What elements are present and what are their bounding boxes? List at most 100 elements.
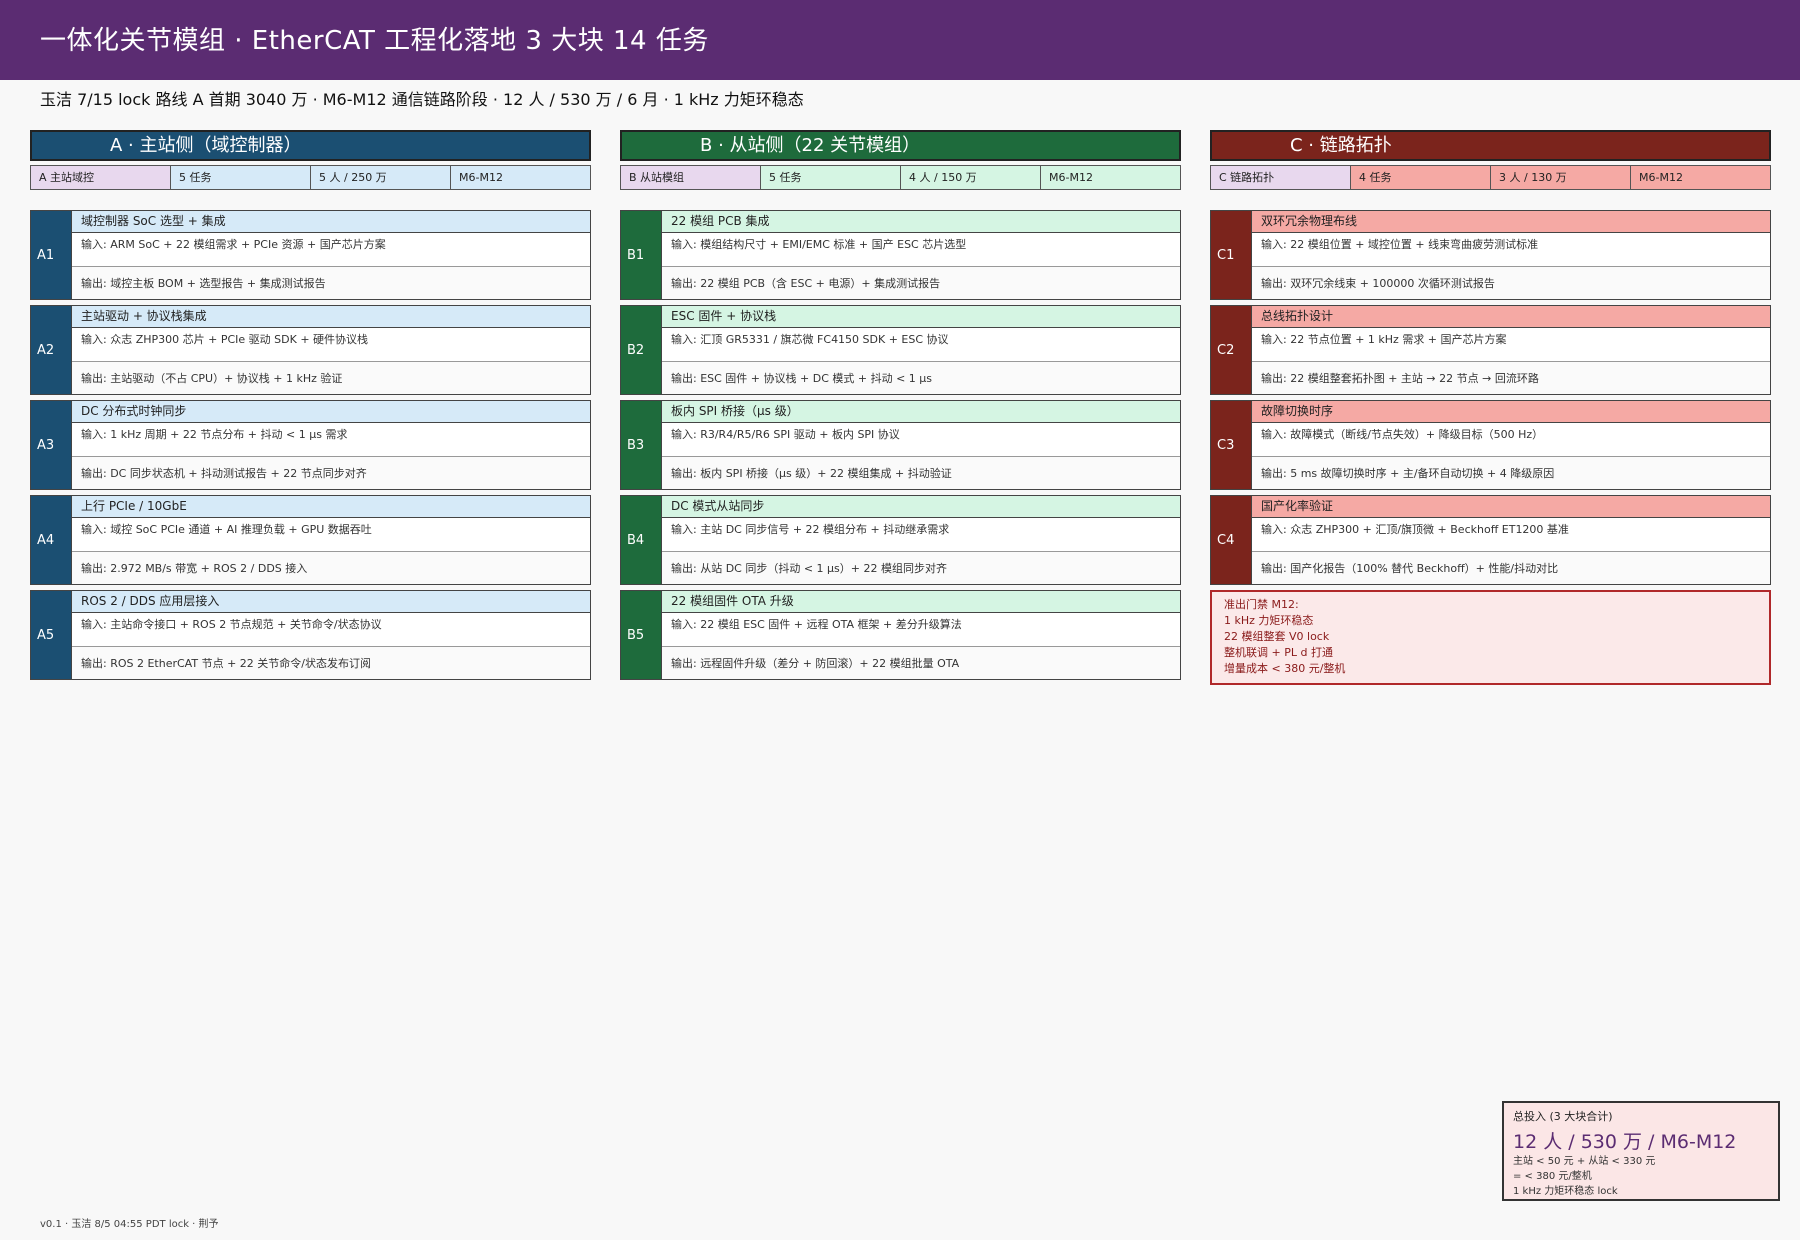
task-output: 输出: 域控主板 BOM + 选型报告 + 集成测试报告 [72,267,590,299]
task-body: 域控制器 SoC 选型 + 集成 输入: ARM SoC + 22 模组需求 + … [71,211,590,299]
summary-label: 总投入 (3 大块合计) [1513,1110,1613,1123]
column-meta-cell: B 从站模组 [621,166,761,189]
task-input: 输入: 主站 DC 同步信号 + 22 模组分布 + 抖动继承需求 [662,518,1180,552]
task-output: 输出: 从站 DC 同步（抖动 < 1 μs）+ 22 模组同步对齐 [662,552,1180,584]
task-title: DC 模式从站同步 [662,496,1180,518]
column-b: B · 从站侧（22 关节模组） B 从站模组 5 任务 4 人 / 150 万 M6-… [620,130,1181,685]
task-input: 输入: 22 节点位置 + 1 kHz 需求 + 国产芯片方案 [1252,328,1770,362]
summary-main: 12 人 / 530 万 / M6-M12 [1513,1131,1737,1153]
column-meta-bar: C 链路拓扑 4 任务 3 人 / 130 万 M6-M12 [1210,165,1771,190]
column-header: A · 主站侧（域控制器） [30,130,591,161]
task-input: 输入: 汇顶 GR5331 / 旗芯微 FC4150 SDK + ESC 协议 [662,328,1180,362]
task-title: 故障切换时序 [1252,401,1770,423]
task-body: ESC 固件 + 协议栈 输入: 汇顶 GR5331 / 旗芯微 FC4150 S… [661,306,1180,394]
column-meta-cell: C 链路拓扑 [1211,166,1351,189]
column-header: C · 链路拓扑 [1210,130,1771,161]
task-body: 板内 SPI 桥接（μs 级） 输入: R3/R4/R5/R6 SPI 驱动 + … [661,401,1180,489]
exit-gate-line: 整机联调 + PL d 打通 [1224,646,1333,659]
task-output: 输出: 22 模组 PCB（含 ESC + 电源）+ 集成测试报告 [662,267,1180,299]
task-card: B1 22 模组 PCB 集成 输入: 模组结构尺寸 + EMI/EMC 标准 + … [620,210,1181,300]
task-card: A1 域控制器 SoC 选型 + 集成 输入: ARM SoC + 22 模组需求 … [30,210,591,300]
task-body: 总线拓扑设计 输入: 22 节点位置 + 1 kHz 需求 + 国产芯片方案 输出:… [1251,306,1770,394]
task-output: 输出: 双环冗余线束 + 100000 次循环测试报告 [1252,267,1770,299]
footer-version: v0.1 · 玉洁 8/5 04:55 PDT lock · 荆予 [40,1219,219,1230]
task-card: A2 主站驱动 + 协议栈集成 输入: 众志 ZHP300 芯片 + PCIe 驱动… [30,305,591,395]
task-title: 总线拓扑设计 [1252,306,1770,328]
exit-gate-box: 准出门禁 M12: 1 kHz 力矩环稳态 22 模组整套 V0 lock 整机联调 … [1210,590,1771,685]
task-id: C2 [1211,306,1251,394]
column-c: C · 链路拓扑 C 链路拓扑 4 任务 3 人 / 130 万 M6-M12 C1 双环冗… [1210,130,1771,685]
task-id: B4 [621,496,661,584]
task-id: C1 [1211,211,1251,299]
task-card: A4 上行 PCIe / 10GbE 输入: 域控 SoC PCIe 通道 + AI… [30,495,591,585]
task-id: B5 [621,591,661,679]
task-body: 22 模组 PCB 集成 输入: 模组结构尺寸 + EMI/EMC 标准 + 国产… [661,211,1180,299]
task-body: 故障切换时序 输入: 故障模式（断线/节点失效）+ 降级目标（500 Hz） 输出:… [1251,401,1770,489]
task-input: 输入: 22 模组位置 + 域控位置 + 线束弯曲疲劳测试标准 [1252,233,1770,267]
task-list: C1 双环冗余物理布线 输入: 22 模组位置 + 域控位置 + 线束弯曲疲劳测试标… [1210,210,1771,685]
task-output: 输出: 5 ms 故障切换时序 + 主/备环自动切换 + 4 降级原因 [1252,457,1770,489]
exit-gate-title: 准出门禁 M12: [1224,598,1299,611]
task-card: C1 双环冗余物理布线 输入: 22 模组位置 + 域控位置 + 线束弯曲疲劳测试标… [1210,210,1771,300]
task-title: ESC 固件 + 协议栈 [662,306,1180,328]
task-body: 22 模组固件 OTA 升级 输入: 22 模组 ESC 固件 + 远程 OTA … [661,591,1180,679]
task-id: C4 [1211,496,1251,584]
task-id: A2 [31,306,71,394]
task-output: 输出: 2.972 MB/s 带宽 + ROS 2 / DDS 接入 [72,552,590,584]
task-id: A1 [31,211,71,299]
task-body: DC 分布式时钟同步 输入: 1 kHz 周期 + 22 节点分布 + 抖动 < … [71,401,590,489]
task-body: 双环冗余物理布线 输入: 22 模组位置 + 域控位置 + 线束弯曲疲劳测试标准输… [1251,211,1770,299]
column-meta-cell: A 主站域控 [31,166,171,189]
page-subtitle: 玉洁 7/15 lock 路线 A 首期 3040 万 · M6-M12 通信链… [40,90,804,109]
task-list: A1 域控制器 SoC 选型 + 集成 输入: ARM SoC + 22 模组需求 … [30,210,591,680]
summary-line: 1 kHz 力矩环稳态 lock [1513,1186,1618,1197]
task-input: 输入: 模组结构尺寸 + EMI/EMC 标准 + 国产 ESC 芯片选型 [662,233,1180,267]
task-body: 上行 PCIe / 10GbE 输入: 域控 SoC PCIe 通道 + AI 推… [71,496,590,584]
task-card: B4 DC 模式从站同步 输入: 主站 DC 同步信号 + 22 模组分布 + 抖动… [620,495,1181,585]
column-meta-cell: 3 人 / 130 万 [1491,166,1631,189]
column-meta-cell: M6-M12 [1041,166,1180,189]
column-meta-cell: 5 任务 [171,166,311,189]
task-card: A3 DC 分布式时钟同步 输入: 1 kHz 周期 + 22 节点分布 + 抖动 … [30,400,591,490]
task-output: 输出: ROS 2 EtherCAT 节点 + 22 关节命令/状态发布订阅 [72,647,590,679]
task-title: 国产化率验证 [1252,496,1770,518]
task-body: 主站驱动 + 协议栈集成 输入: 众志 ZHP300 芯片 + PCIe 驱动 S… [71,306,590,394]
task-title: ROS 2 / DDS 应用层接入 [72,591,590,613]
exit-gate-line: 1 kHz 力矩环稳态 [1224,614,1314,627]
task-card: A5 ROS 2 / DDS 应用层接入 输入: 主站命令接口 + ROS 2 节点… [30,590,591,680]
task-id: A4 [31,496,71,584]
task-body: ROS 2 / DDS 应用层接入 输入: 主站命令接口 + ROS 2 节点规范… [71,591,590,679]
task-body: DC 模式从站同步 输入: 主站 DC 同步信号 + 22 模组分布 + 抖动继承… [661,496,1180,584]
column-a: A · 主站侧（域控制器） A 主站域控 5 任务 5 人 / 250 万 M6-M12… [30,130,591,685]
task-id: B3 [621,401,661,489]
task-output: 输出: DC 同步状态机 + 抖动测试报告 + 22 节点同步对齐 [72,457,590,489]
column-meta-cell: M6-M12 [1631,166,1770,189]
task-card: B3 板内 SPI 桥接（μs 级） 输入: R3/R4/R5/R6 SPI 驱动 … [620,400,1181,490]
column-meta-cell: M6-M12 [451,166,590,189]
task-title: 主站驱动 + 协议栈集成 [72,306,590,328]
summary-box: 总投入 (3 大块合计) 12 人 / 530 万 / M6-M12 主站 < … [1502,1101,1780,1201]
task-input: 输入: 域控 SoC PCIe 通道 + AI 推理负载 + GPU 数据吞吐 [72,518,590,552]
task-id: B1 [621,211,661,299]
task-output: 输出: 22 模组整套拓扑图 + 主站 → 22 节点 → 回流环路 [1252,362,1770,394]
task-card: B5 22 模组固件 OTA 升级 输入: 22 模组 ESC 固件 + 远程 OT… [620,590,1181,680]
task-title: 双环冗余物理布线 [1252,211,1770,233]
task-input: 输入: 众志 ZHP300 芯片 + PCIe 驱动 SDK + 硬件协议栈 [72,328,590,362]
task-id: B2 [621,306,661,394]
task-title: 域控制器 SoC 选型 + 集成 [72,211,590,233]
task-input: 输入: 22 模组 ESC 固件 + 远程 OTA 框架 + 差分升级算法 [662,613,1180,647]
task-input: 输入: 1 kHz 周期 + 22 节点分布 + 抖动 < 1 μs 需求 [72,423,590,457]
task-input: 输入: 故障模式（断线/节点失效）+ 降级目标（500 Hz） [1252,423,1770,457]
column-meta-cell: 5 人 / 250 万 [311,166,451,189]
task-body: 国产化率验证 输入: 众志 ZHP300 + 汇顶/旗顶微 + Beckhoff … [1251,496,1770,584]
task-title: 22 模组固件 OTA 升级 [662,591,1180,613]
column-meta-bar: A 主站域控 5 任务 5 人 / 250 万 M6-M12 [30,165,591,190]
task-card: C4 国产化率验证 输入: 众志 ZHP300 + 汇顶/旗顶微 + Beckhof… [1210,495,1771,585]
task-input: 输入: R3/R4/R5/R6 SPI 驱动 + 板内 SPI 协议 [662,423,1180,457]
task-input: 输入: 众志 ZHP300 + 汇顶/旗顶微 + Beckhoff ET1200… [1252,518,1770,552]
task-id: A5 [31,591,71,679]
summary-line: 主站 < 50 元 + 从站 < 330 元 [1513,1156,1656,1167]
exit-gate-line: 增量成本 < 380 元/整机 [1224,662,1346,675]
column-meta-cell: 4 人 / 150 万 [901,166,1041,189]
task-output: 输出: 远程固件升级（差分 + 防回滚）+ 22 模组批量 OTA [662,647,1180,679]
